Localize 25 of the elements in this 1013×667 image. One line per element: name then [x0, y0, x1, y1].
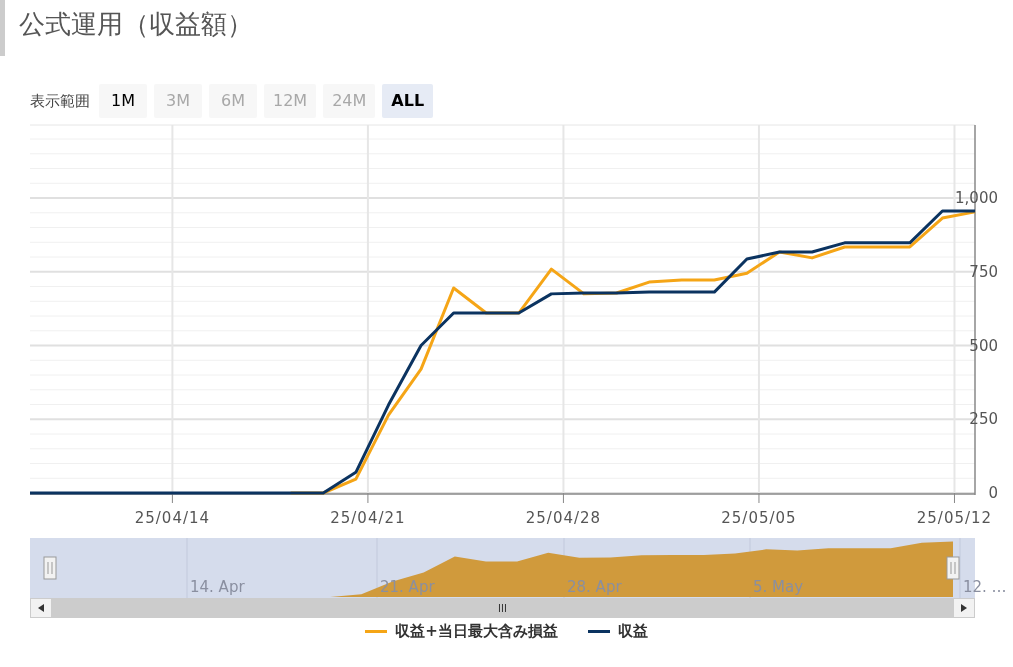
y-axis-label: 1,000: [955, 189, 998, 207]
range-button[interactable]: 1M: [99, 84, 147, 118]
y-axis-label: 500: [969, 336, 998, 355]
legend-item[interactable]: 収益: [587, 619, 648, 643]
x-axis-label: 25/05/05: [721, 509, 797, 525]
navigator-date-label: 21. Apr: [380, 578, 435, 596]
x-axis-label: 25/04/21: [330, 509, 406, 525]
legend-item[interactable]: 収益+当日最大含み損益: [365, 619, 558, 643]
range-button[interactable]: ALL: [382, 84, 434, 118]
x-axis-label: 25/04/14: [134, 509, 211, 525]
y-axis-label: 750: [969, 262, 998, 281]
page-title: 公式運用（収益額）: [18, 8, 253, 41]
navigator-date-label: 28. Apr: [567, 578, 622, 596]
navigator-date-label: 12. …: [963, 578, 1007, 596]
navigator-date-label: 14. Apr: [190, 578, 245, 596]
left-handle[interactable]: [43, 556, 57, 580]
right-handle[interactable]: [946, 556, 960, 580]
scroll-right-icon[interactable]: [961, 604, 967, 612]
scroll-left-icon[interactable]: [38, 604, 44, 612]
y-axis-label: 0: [988, 484, 998, 502]
x-axis-label: 25/05/12: [916, 509, 993, 525]
range-label: 表示範囲: [30, 90, 90, 112]
x-axis-label: 25/04/28: [525, 509, 602, 525]
y-axis-label: 250: [969, 410, 998, 429]
navigator-date-label: 5. May: [753, 578, 804, 596]
